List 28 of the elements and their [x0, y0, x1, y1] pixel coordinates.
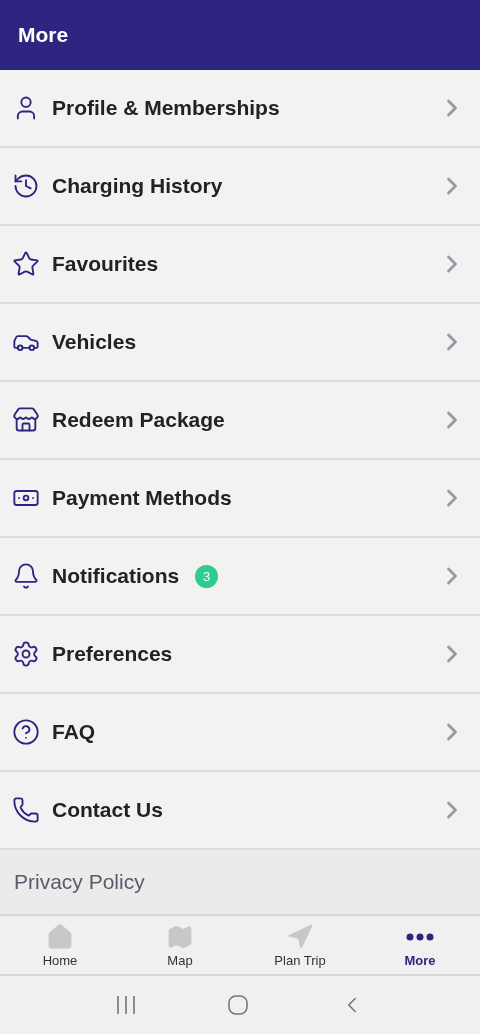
- recent-apps-icon[interactable]: [115, 994, 137, 1016]
- menu-item[interactable]: Profile & Memberships: [0, 70, 480, 148]
- more-dots-icon: [406, 932, 434, 941]
- menu-item[interactable]: Preferences: [0, 616, 480, 694]
- menu-item[interactable]: Redeem Package: [0, 382, 480, 460]
- menu-item[interactable]: Vehicles: [0, 304, 480, 382]
- home-button-icon[interactable]: [227, 994, 249, 1016]
- navigation-arrow-icon: [286, 922, 314, 951]
- home-icon: [46, 922, 74, 951]
- menu-item-icon: [12, 718, 40, 746]
- menu-item-icon: [12, 640, 40, 668]
- privacy-policy-link[interactable]: Privacy Policy: [14, 870, 145, 894]
- tab[interactable]: Map: [120, 916, 240, 974]
- tab[interactable]: Plan Trip: [240, 916, 360, 974]
- menu-item-icon: [12, 562, 40, 590]
- tab[interactable]: Home: [0, 916, 120, 974]
- menu-item-icon: [12, 250, 40, 278]
- menu-item[interactable]: Charging History: [0, 148, 480, 226]
- menu-item[interactable]: Payment Methods: [0, 460, 480, 538]
- screen-title: More: [18, 23, 69, 47]
- menu-item[interactable]: FAQ: [0, 694, 480, 772]
- menu-item-icon: [12, 172, 40, 200]
- count-badge: 3: [195, 564, 219, 588]
- menu-item-icon: [12, 406, 40, 434]
- menu-item-icon: [12, 796, 40, 824]
- menu-item[interactable]: Favourites: [0, 226, 480, 304]
- menu-item[interactable]: Notifications 3: [0, 538, 480, 616]
- tab[interactable]: More: [360, 916, 480, 974]
